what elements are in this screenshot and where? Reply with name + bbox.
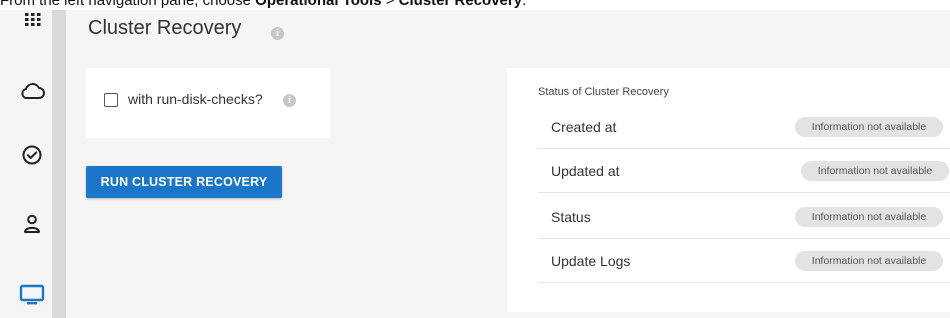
screenshot-page: From the left navigation pane, choose Op… (0, 0, 950, 318)
row-label: Status (551, 209, 591, 225)
cloud-icon[interactable] (18, 77, 46, 105)
status-row-updated-at: Updated at Information not available (538, 149, 950, 193)
check-circle-icon[interactable] (18, 141, 46, 169)
status-badge: Information not available (801, 161, 949, 181)
info-icon[interactable]: i (283, 94, 296, 107)
page-title: Cluster Recovery (88, 17, 242, 39)
caption-menu: Operational Tools (255, 0, 382, 9)
caption-separator: > (381, 0, 399, 9)
monitor-icon[interactable] (18, 281, 46, 309)
sidebar-scroll-rail[interactable] (52, 10, 66, 318)
status-row-created-at: Created at Information not available (538, 105, 950, 149)
status-row-update-logs: Update Logs Information not available (538, 239, 950, 283)
info-icon[interactable]: i (271, 27, 284, 40)
row-label: Update Logs (551, 253, 631, 269)
status-heading: Status of Cluster Recovery (538, 86, 669, 98)
user-icon[interactable] (18, 210, 46, 238)
row-label: Updated at (551, 163, 620, 179)
apps-grid-icon[interactable] (24, 10, 42, 28)
status-badge: Information not available (795, 207, 943, 227)
caption-prefix: From the left navigation pane, choose (0, 0, 256, 9)
run-cluster-recovery-button[interactable]: RUN CLUSTER RECOVERY (86, 166, 282, 198)
row-label: Created at (551, 119, 617, 135)
status-badge: Information not available (795, 117, 943, 137)
run-disk-checks-checkbox[interactable] (104, 93, 118, 107)
status-badge: Information not available (795, 251, 943, 271)
caption-suffix: . (522, 0, 527, 9)
instruction-caption: From the left navigation pane, choose Op… (0, 0, 526, 9)
status-row-status: Status Information not available (538, 195, 950, 239)
status-card: Status of Cluster Recovery Created at In… (507, 68, 950, 312)
options-card: with run-disk-checks? i (86, 68, 330, 138)
checkbox-label: with run-disk-checks? (128, 91, 263, 107)
caption-item: Cluster Recovery (398, 0, 523, 9)
